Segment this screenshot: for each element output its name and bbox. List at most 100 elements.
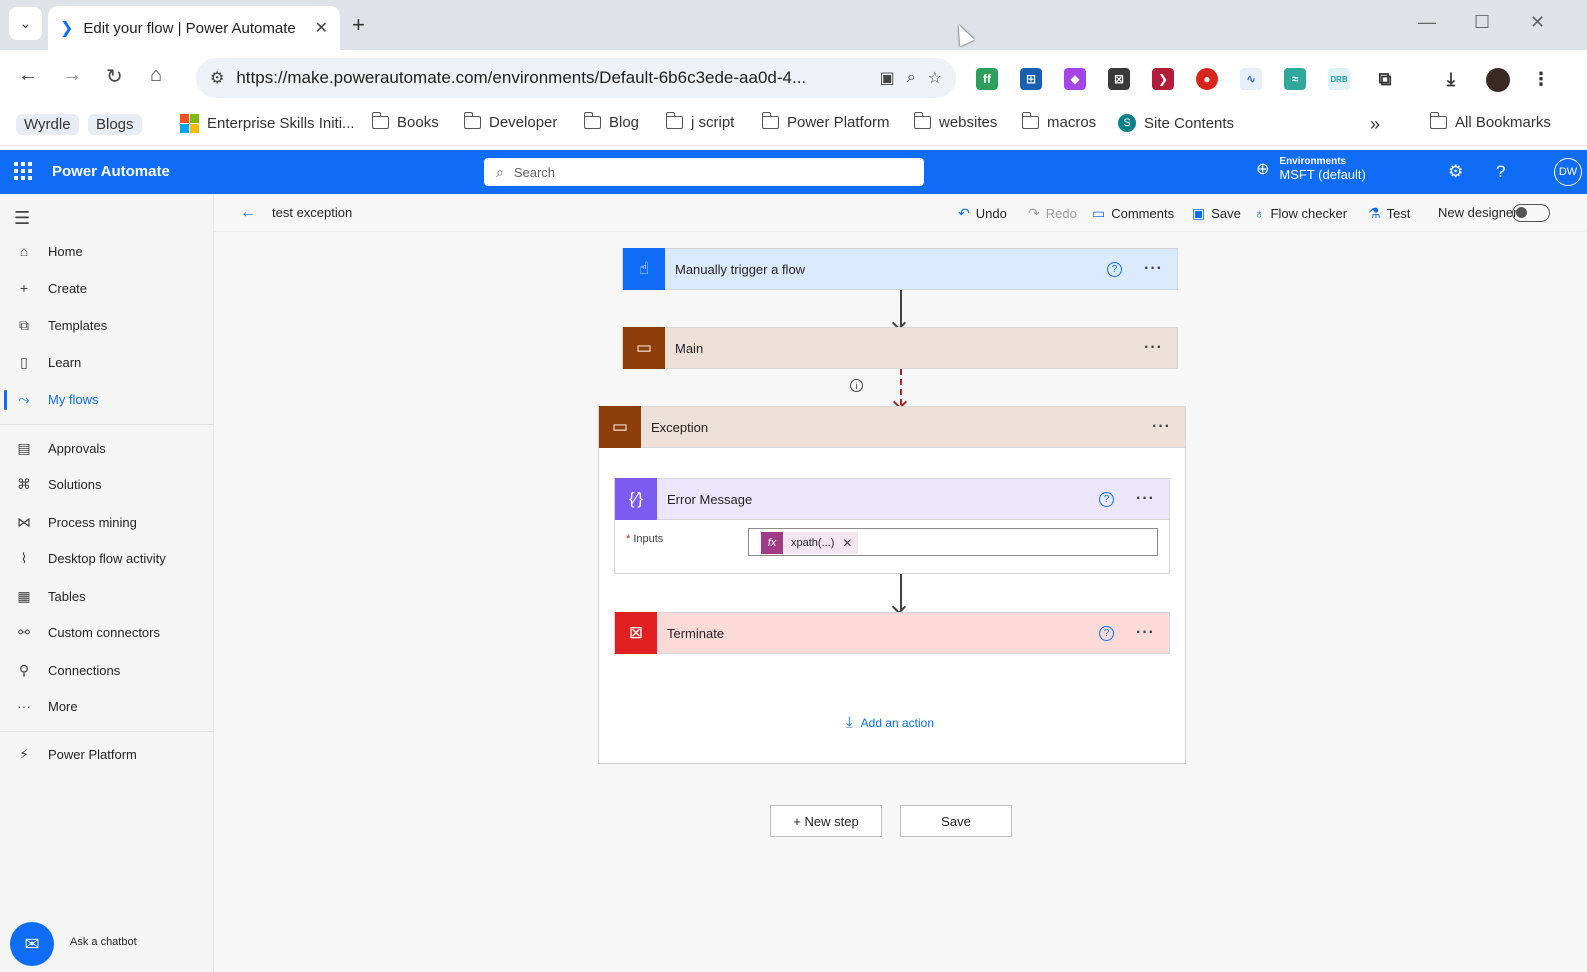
extension-red-icon[interactable]: ❯ xyxy=(1152,68,1174,90)
reload-icon[interactable]: ↻ xyxy=(106,64,123,89)
nav-item-desktop-flow-activity[interactable]: ⌇ Desktop flow activity xyxy=(0,541,214,575)
nav-item-process-mining[interactable]: ⋈ Process mining xyxy=(0,505,214,539)
exception-scope-header[interactable]: ▭ Exception ··· xyxy=(598,406,1186,448)
run-after-info-icon[interactable]: i xyxy=(850,379,863,392)
forward-arrow-icon[interactable]: → xyxy=(62,64,82,87)
profile-avatar[interactable] xyxy=(1486,68,1510,92)
minimize-icon[interactable]: — xyxy=(1418,12,1436,33)
save-flow-button[interactable]: Save xyxy=(900,805,1012,837)
bookmark-power-platform[interactable]: Power Platform xyxy=(762,112,890,131)
plug-icon: ⚲ xyxy=(18,661,30,678)
bookmark-wyrdle[interactable]: Wyrdle xyxy=(16,114,79,135)
tab-search-button[interactable]: ⌄ xyxy=(9,7,42,40)
close-window-icon[interactable]: ✕ xyxy=(1530,12,1545,33)
nav-item-connections[interactable]: ⚲ Connections xyxy=(0,653,214,687)
extension-flow-icon[interactable]: ∿ xyxy=(1240,68,1262,90)
new-step-button[interactable]: + New step xyxy=(770,805,882,837)
nav-item-my-flows[interactable]: ⤳ My flows xyxy=(0,382,214,416)
chatbot-button[interactable]: ✉ xyxy=(10,922,54,966)
bookmark-developer[interactable]: Developer xyxy=(464,112,557,131)
browser-menu-icon[interactable]: ⋮ xyxy=(1530,68,1552,90)
bookmark-macros[interactable]: macros xyxy=(1022,112,1096,131)
extension-purple-icon[interactable]: ◆ xyxy=(1064,68,1086,90)
help-icon[interactable]: ? xyxy=(1099,491,1115,507)
folder-icon xyxy=(1022,112,1039,129)
exception-scope-title: Exception xyxy=(651,419,709,435)
settings-gear-icon[interactable]: ⚙ xyxy=(1448,162,1463,182)
back-arrow-icon[interactable]: ← xyxy=(18,64,38,87)
bookmark-books[interactable]: Books xyxy=(372,112,439,131)
extension-drb-icon[interactable]: DRB xyxy=(1328,68,1350,90)
extension-green-icon[interactable]: ff xyxy=(976,68,998,90)
flow-checker-button[interactable]: ♁ Flow checker xyxy=(1254,205,1347,221)
chatbot-label[interactable]: Ask a chatbot xyxy=(70,936,137,948)
new-designer-toggle[interactable] xyxy=(1512,204,1550,222)
bookmark-blogs[interactable]: Blogs xyxy=(88,114,142,135)
help-icon[interactable]: ? xyxy=(1099,625,1115,641)
undo-button[interactable]: ↶ Undo xyxy=(958,205,1007,222)
extension-dark-icon[interactable]: ⊠ xyxy=(1108,68,1130,90)
maximize-icon[interactable]: ☐ xyxy=(1474,12,1490,33)
bookmark-websites[interactable]: websites xyxy=(914,112,997,131)
bookmark-j-script[interactable]: j script xyxy=(666,112,734,131)
app-name[interactable]: Power Automate xyxy=(52,163,170,180)
extension-circle-icon[interactable]: ● xyxy=(1196,68,1218,90)
bookmarks-overflow-icon[interactable]: » xyxy=(1370,114,1380,135)
address-bar[interactable]: ⚙ https://make.powerautomate.com/environ… xyxy=(196,58,956,98)
main-scope-card[interactable]: ▭ Main ··· xyxy=(622,327,1178,369)
flow-name[interactable]: test exception xyxy=(272,205,352,220)
bookmark-blog[interactable]: Blog xyxy=(584,112,639,131)
more-options-icon[interactable]: ··· xyxy=(1144,260,1163,278)
folder-icon xyxy=(584,112,601,129)
more-options-icon[interactable]: ··· xyxy=(1144,339,1163,357)
nav-item-solutions[interactable]: ⌘ Solutions xyxy=(0,467,214,501)
search-input[interactable]: ⌕ Search xyxy=(484,158,924,186)
site-info-icon[interactable]: ⚙ xyxy=(210,68,224,88)
nav-item-create[interactable]: + Create xyxy=(0,271,214,305)
extensions-puzzle-icon[interactable]: ⧉ xyxy=(1374,68,1396,90)
browser-tab[interactable]: ❯ Edit your flow | Power Automate ✕ xyxy=(48,6,340,50)
nav-item-templates[interactable]: ⧉ Templates xyxy=(0,308,214,342)
new-tab-icon[interactable]: + xyxy=(352,12,365,38)
trigger-card[interactable]: ☝ Manually trigger a flow ? ··· xyxy=(622,248,1178,290)
expression-token[interactable]: fx xpath(...) ✕ xyxy=(761,532,859,554)
environment-picker[interactable]: ⊕ Environments MSFT (default) xyxy=(1256,156,1366,182)
back-arrow-icon[interactable]: ← xyxy=(240,204,256,222)
nav-item-approvals[interactable]: ▤ Approvals xyxy=(0,431,214,465)
nav-item-home[interactable]: ⌂ Home xyxy=(0,234,214,268)
hamburger-menu-icon[interactable]: ☰ xyxy=(14,208,30,229)
bookmark-enterprise-skills[interactable]: Enterprise Skills Initi... xyxy=(180,114,355,133)
test-button[interactable]: ⚗ Test xyxy=(1368,205,1410,222)
home-icon[interactable]: ⌂ xyxy=(150,64,162,87)
comments-button[interactable]: ▭ Comments xyxy=(1092,205,1174,222)
error-message-card[interactable]: {⁄} Error Message ? ··· xyxy=(614,478,1170,520)
nav-item-power-platform[interactable]: ⚡ Power Platform xyxy=(0,737,214,771)
bookmark-star-icon[interactable]: ☆ xyxy=(928,68,942,88)
downloads-icon[interactable]: ⤓ xyxy=(1440,68,1462,90)
nav-item-more[interactable]: ··· More xyxy=(0,689,214,723)
tab-close-icon[interactable]: ✕ xyxy=(315,18,328,38)
redo-button[interactable]: ↷ Redo xyxy=(1028,205,1077,222)
user-avatar[interactable]: DW xyxy=(1554,158,1582,186)
help-icon[interactable]: ? xyxy=(1107,261,1123,277)
app-launcher-icon[interactable] xyxy=(14,162,32,180)
nav-item-tables[interactable]: ▦ Tables xyxy=(0,579,214,613)
add-an-action-link[interactable]: ⤓ Add an action xyxy=(846,714,934,731)
nav-item-learn[interactable]: ▯ Learn xyxy=(0,345,214,379)
more-options-icon[interactable]: ··· xyxy=(1136,490,1155,508)
more-options-icon[interactable]: ··· xyxy=(1152,418,1171,436)
extension-teal-icon[interactable]: ≈ xyxy=(1284,68,1306,90)
bookmark-site-contents[interactable]: S Site Contents xyxy=(1118,114,1234,132)
clipboard-icon[interactable]: ▣ xyxy=(880,68,895,88)
zoom-icon[interactable]: ⌕ xyxy=(907,69,916,87)
help-icon[interactable]: ? xyxy=(1496,162,1505,182)
save-button[interactable]: ▣ Save xyxy=(1192,205,1241,222)
nav-item-custom-connectors[interactable]: ⚯ Custom connectors xyxy=(0,615,214,649)
extension-blue-icon[interactable]: ⊞ xyxy=(1020,68,1042,90)
all-bookmarks[interactable]: All Bookmarks xyxy=(1430,112,1551,131)
inputs-field[interactable]: fx xpath(...) ✕ xyxy=(748,528,1158,556)
more-options-icon[interactable]: ··· xyxy=(1136,624,1155,642)
terminate-card[interactable]: ⊠ Terminate ? ··· xyxy=(614,612,1170,654)
process-mining-icon: ⋈ xyxy=(17,513,31,530)
remove-token-icon[interactable]: ✕ xyxy=(842,536,852,550)
